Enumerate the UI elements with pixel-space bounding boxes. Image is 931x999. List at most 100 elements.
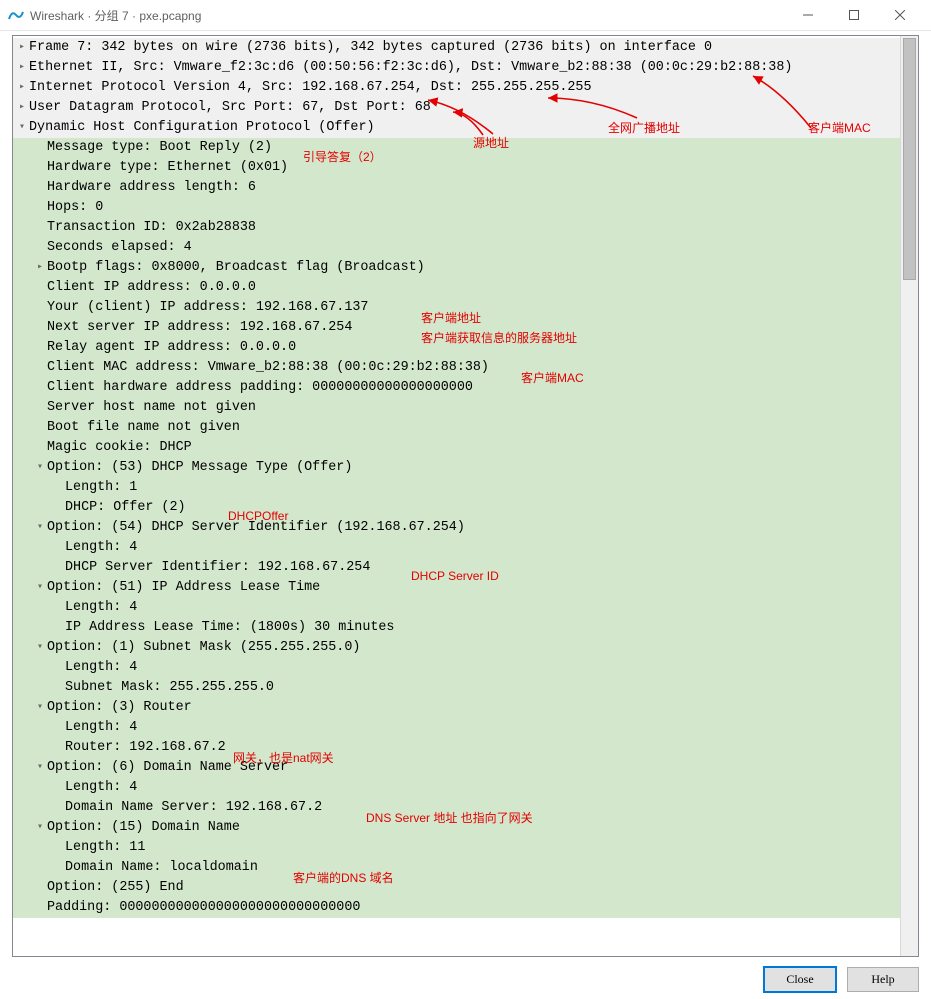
- tree-row-text: Internet Protocol Version 4, Src: 192.16…: [29, 78, 592, 98]
- tree-row[interactable]: Length: 4: [13, 598, 900, 618]
- tree-row[interactable]: Option: (255) End: [13, 878, 900, 898]
- tree-row[interactable]: Hardware address length: 6: [13, 178, 900, 198]
- tree-row-text: Length: 4: [65, 538, 137, 558]
- scrollbar-thumb[interactable]: [903, 38, 916, 280]
- tree-row[interactable]: Option: (15) Domain Name: [13, 818, 900, 838]
- tree-row-text: Option: (51) IP Address Lease Time: [47, 578, 320, 598]
- tree-row-text: Option: (53) DHCP Message Type (Offer): [47, 458, 352, 478]
- expand-open-icon[interactable]: [33, 578, 47, 598]
- tree-row[interactable]: Client hardware address padding: 0000000…: [13, 378, 900, 398]
- tree-row[interactable]: Length: 1: [13, 478, 900, 498]
- expand-open-icon[interactable]: [33, 758, 47, 778]
- tree-row[interactable]: Bootp flags: 0x8000, Broadcast flag (Bro…: [13, 258, 900, 278]
- expand-open-icon[interactable]: [33, 518, 47, 538]
- tree-row[interactable]: Domain Name Server: 192.168.67.2: [13, 798, 900, 818]
- tree-row[interactable]: DHCP: Offer (2): [13, 498, 900, 518]
- tree-row[interactable]: Your (client) IP address: 192.168.67.137: [13, 298, 900, 318]
- help-button[interactable]: Help: [847, 967, 919, 992]
- tree-row-text: Frame 7: 342 bytes on wire (2736 bits), …: [29, 38, 712, 58]
- tree-row-text: Seconds elapsed: 4: [47, 238, 192, 258]
- tree-row[interactable]: Server host name not given: [13, 398, 900, 418]
- tree-row[interactable]: Length: 4: [13, 778, 900, 798]
- tree-row[interactable]: Relay agent IP address: 0.0.0.0: [13, 338, 900, 358]
- wireshark-icon: [8, 7, 24, 23]
- tree-row[interactable]: Message type: Boot Reply (2): [13, 138, 900, 158]
- tree-row[interactable]: Domain Name: localdomain: [13, 858, 900, 878]
- tree-row[interactable]: Option: (1) Subnet Mask (255.255.255.0): [13, 638, 900, 658]
- tree-row-text: Domain Name Server: 192.168.67.2: [65, 798, 322, 818]
- expand-closed-icon[interactable]: [15, 78, 29, 98]
- tree-row-text: Your (client) IP address: 192.168.67.137: [47, 298, 368, 318]
- tree-row-text: Padding: 000000000000000000000000000000: [47, 898, 360, 918]
- close-dialog-button[interactable]: Close: [763, 966, 837, 993]
- tree-row[interactable]: Option: (6) Domain Name Server: [13, 758, 900, 778]
- tree-row[interactable]: Transaction ID: 0x2ab28838: [13, 218, 900, 238]
- tree-row-text: Length: 11: [65, 838, 145, 858]
- tree-row[interactable]: Router: 192.168.67.2: [13, 738, 900, 758]
- expand-closed-icon[interactable]: [15, 38, 29, 58]
- vertical-scrollbar[interactable]: [900, 36, 918, 956]
- expand-open-icon[interactable]: [33, 638, 47, 658]
- tree-row-text: Boot file name not given: [47, 418, 240, 438]
- tree-row-text: Length: 1: [65, 478, 137, 498]
- tree-row[interactable]: Magic cookie: DHCP: [13, 438, 900, 458]
- tree-row-text: DHCP Server Identifier: 192.168.67.254: [65, 558, 370, 578]
- tree-row[interactable]: Length: 4: [13, 658, 900, 678]
- tree-row-text: DHCP: Offer (2): [65, 498, 186, 518]
- tree-row[interactable]: Next server IP address: 192.168.67.254: [13, 318, 900, 338]
- expand-closed-icon[interactable]: [33, 258, 47, 278]
- tree-row-text: Domain Name: localdomain: [65, 858, 258, 878]
- tree-row[interactable]: Length: 11: [13, 838, 900, 858]
- tree-row-text: Relay agent IP address: 0.0.0.0: [47, 338, 296, 358]
- expand-closed-icon[interactable]: [15, 58, 29, 78]
- tree-row[interactable]: Length: 4: [13, 538, 900, 558]
- tree-row[interactable]: Hops: 0: [13, 198, 900, 218]
- tree-row[interactable]: Option: (53) DHCP Message Type (Offer): [13, 458, 900, 478]
- tree-row-text: Option: (255) End: [47, 878, 184, 898]
- tree-row[interactable]: Option: (54) DHCP Server Identifier (192…: [13, 518, 900, 538]
- tree-row-text: IP Address Lease Time: (1800s) 30 minute…: [65, 618, 394, 638]
- tree-row[interactable]: Ethernet II, Src: Vmware_f2:3c:d6 (00:50…: [13, 58, 900, 78]
- tree-row-text: Transaction ID: 0x2ab28838: [47, 218, 256, 238]
- tree-row[interactable]: Length: 4: [13, 718, 900, 738]
- tree-row[interactable]: User Datagram Protocol, Src Port: 67, Ds…: [13, 98, 900, 118]
- tree-row-text: Option: (6) Domain Name Server: [47, 758, 288, 778]
- tree-row[interactable]: Internet Protocol Version 4, Src: 192.16…: [13, 78, 900, 98]
- tree-row-text: Hardware address length: 6: [47, 178, 256, 198]
- tree-row[interactable]: Option: (51) IP Address Lease Time: [13, 578, 900, 598]
- maximize-button[interactable]: [831, 0, 877, 30]
- tree-row[interactable]: Hardware type: Ethernet (0x01): [13, 158, 900, 178]
- tree-row[interactable]: Dynamic Host Configuration Protocol (Off…: [13, 118, 900, 138]
- tree-row-text: Length: 4: [65, 598, 137, 618]
- tree-row-text: Length: 4: [65, 718, 137, 738]
- tree-row-text: User Datagram Protocol, Src Port: 67, Ds…: [29, 98, 431, 118]
- expand-open-icon[interactable]: [15, 118, 29, 138]
- minimize-button[interactable]: [785, 0, 831, 30]
- expand-closed-icon[interactable]: [15, 98, 29, 118]
- tree-row-text: Option: (1) Subnet Mask (255.255.255.0): [47, 638, 360, 658]
- tree-row[interactable]: Padding: 000000000000000000000000000000: [13, 898, 900, 918]
- tree-row-text: Length: 4: [65, 778, 137, 798]
- tree-row[interactable]: Seconds elapsed: 4: [13, 238, 900, 258]
- tree-row-text: Message type: Boot Reply (2): [47, 138, 272, 158]
- tree-row[interactable]: IP Address Lease Time: (1800s) 30 minute…: [13, 618, 900, 638]
- close-button[interactable]: [877, 0, 923, 30]
- tree-row-text: Subnet Mask: 255.255.255.0: [65, 678, 274, 698]
- tree-row[interactable]: DHCP Server Identifier: 192.168.67.254: [13, 558, 900, 578]
- tree-row-text: Option: (3) Router: [47, 698, 192, 718]
- tree-row-text: Ethernet II, Src: Vmware_f2:3c:d6 (00:50…: [29, 58, 792, 78]
- tree-row[interactable]: Subnet Mask: 255.255.255.0: [13, 678, 900, 698]
- tree-row[interactable]: Boot file name not given: [13, 418, 900, 438]
- expand-open-icon[interactable]: [33, 458, 47, 478]
- tree-row[interactable]: Frame 7: 342 bytes on wire (2736 bits), …: [13, 38, 900, 58]
- tree-row-text: Dynamic Host Configuration Protocol (Off…: [29, 118, 375, 138]
- tree-row[interactable]: Client IP address: 0.0.0.0: [13, 278, 900, 298]
- expand-open-icon[interactable]: [33, 818, 47, 838]
- tree-row-text: Next server IP address: 192.168.67.254: [47, 318, 352, 338]
- expand-open-icon[interactable]: [33, 698, 47, 718]
- protocol-tree[interactable]: Frame 7: 342 bytes on wire (2736 bits), …: [13, 36, 900, 956]
- tree-row[interactable]: Client MAC address: Vmware_b2:88:38 (00:…: [13, 358, 900, 378]
- tree-row[interactable]: Option: (3) Router: [13, 698, 900, 718]
- packet-details-pane: Frame 7: 342 bytes on wire (2736 bits), …: [12, 35, 919, 957]
- window-buttons: [785, 0, 923, 30]
